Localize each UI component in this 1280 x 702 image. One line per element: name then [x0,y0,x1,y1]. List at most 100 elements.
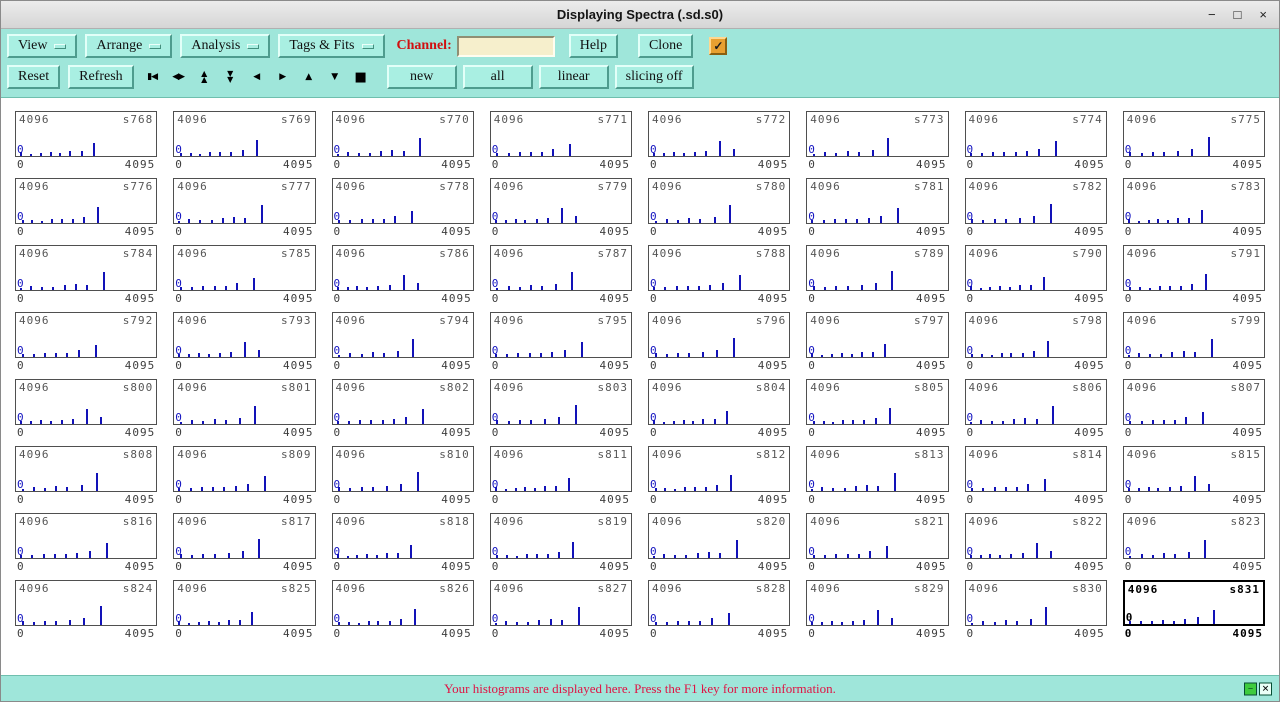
spectrum-pane[interactable]: 4096 s784 0 [15,245,157,291]
clone-button[interactable]: Clone [638,34,693,58]
spectrum-pane[interactable]: 4096 s790 0 [965,245,1107,291]
spectrum-pane[interactable]: 4096 s789 0 [806,245,948,291]
spectrum-pane[interactable]: 4096 s801 0 [173,379,315,425]
linear-button[interactable]: linear [539,65,609,89]
spectrum-panel[interactable]: 4096 s824 0 0 4095 [15,580,157,639]
spectrum-pane[interactable]: 4096 s805 0 [806,379,948,425]
status-close-icon[interactable]: ✕ [1259,682,1272,695]
spectrum-pane[interactable]: 4096 s793 0 [173,312,315,358]
spectrum-panel[interactable]: 4096 s781 0 0 4095 [806,178,948,237]
spectrum-pane[interactable]: 4096 s780 0 [648,178,790,224]
spectrum-panel[interactable]: 4096 s807 0 0 4095 [1123,379,1265,438]
spectrum-pane[interactable]: 4096 s785 0 [173,245,315,291]
spectrum-panel[interactable]: 4096 s802 0 0 4095 [332,379,474,438]
nav-page-up-button[interactable]: ▲▲ [194,67,215,88]
spectrum-panel[interactable]: 4096 s801 0 0 4095 [173,379,315,438]
spectrum-pane[interactable]: 4096 s802 0 [332,379,474,425]
spectrum-pane[interactable]: 4096 s809 0 [173,446,315,492]
spectrum-panel[interactable]: 4096 s783 0 0 4095 [1123,178,1265,237]
toolbar-checkbox[interactable]: ✓ [709,37,727,55]
spectrum-pane[interactable]: 4096 s822 0 [965,513,1107,559]
spectrum-pane[interactable]: 4096 s775 0 [1123,111,1265,157]
spectrum-pane[interactable]: 4096 s781 0 [806,178,948,224]
nav-down-button[interactable]: ▼ [324,67,345,88]
spectrum-pane[interactable]: 4096 s779 0 [490,178,632,224]
menu-view-button[interactable]: View [7,34,77,58]
spectrum-panel[interactable]: 4096 s770 0 0 4095 [332,111,474,170]
spectrum-panel[interactable]: 4096 s776 0 0 4095 [15,178,157,237]
spectrum-pane[interactable]: 4096 s812 0 [648,446,790,492]
spectrum-panel[interactable]: 4096 s788 0 0 4095 [648,245,790,304]
spectrum-panel[interactable]: 4096 s830 0 0 4095 [965,580,1107,639]
spectrum-panel[interactable]: 4096 s778 0 0 4095 [332,178,474,237]
spectrum-pane[interactable]: 4096 s798 0 [965,312,1107,358]
spectrum-pane[interactable]: 4096 s794 0 [332,312,474,358]
spectrum-pane[interactable]: 4096 s777 0 [173,178,315,224]
help-button[interactable]: Help [569,34,618,58]
spectrum-panel[interactable]: 4096 s768 0 0 4095 [15,111,157,170]
spectrum-panel[interactable]: 4096 s805 0 0 4095 [806,379,948,438]
spectrum-panel[interactable]: 4096 s817 0 0 4095 [173,513,315,572]
spectrum-pane[interactable]: 4096 s829 0 [806,580,948,626]
slicing-off-button[interactable]: slicing off [615,65,694,89]
menu-tags-fits-button[interactable]: Tags & Fits [278,34,384,58]
spectrum-panel[interactable]: 4096 s803 0 0 4095 [490,379,632,438]
spectrum-panel[interactable]: 4096 s821 0 0 4095 [806,513,948,572]
spectrum-panel[interactable]: 4096 s800 0 0 4095 [15,379,157,438]
spectrum-pane[interactable]: 4096 s819 0 [490,513,632,559]
spectrum-panel[interactable]: 4096 s816 0 0 4095 [15,513,157,572]
spectrum-panel[interactable]: 4096 s785 0 0 4095 [173,245,315,304]
nav-stop-button[interactable]: ■ [350,67,371,88]
new-button[interactable]: new [387,65,457,89]
spectrum-pane[interactable]: 4096 s817 0 [173,513,315,559]
spectrum-panel[interactable]: 4096 s782 0 0 4095 [965,178,1107,237]
all-button[interactable]: all [463,65,533,89]
spectrum-pane[interactable]: 4096 s806 0 [965,379,1107,425]
spectrum-panel[interactable]: 4096 s825 0 0 4095 [173,580,315,639]
spectrum-pane[interactable]: 4096 s772 0 [648,111,790,157]
spectrum-pane[interactable]: 4096 s810 0 [332,446,474,492]
spectrum-panel[interactable]: 4096 s786 0 0 4095 [332,245,474,304]
spectrum-panel[interactable]: 4096 s811 0 0 4095 [490,446,632,505]
nav-up-button[interactable]: ▲ [298,67,319,88]
spectrum-pane[interactable]: 4096 s782 0 [965,178,1107,224]
spectrum-pane[interactable]: 4096 s826 0 [332,580,474,626]
menu-analysis-button[interactable]: Analysis [180,34,270,58]
spectrum-pane[interactable]: 4096 s808 0 [15,446,157,492]
maximize-icon[interactable]: □ [1234,8,1242,21]
spectrum-pane[interactable]: 4096 s815 0 [1123,446,1265,492]
spectrum-panel[interactable]: 4096 s826 0 0 4095 [332,580,474,639]
spectrum-panel[interactable]: 4096 s818 0 0 4095 [332,513,474,572]
spectrum-pane[interactable]: 4096 s795 0 [490,312,632,358]
spectrum-pane[interactable]: 4096 s773 0 [806,111,948,157]
spectrum-pane[interactable]: 4096 s788 0 [648,245,790,291]
spectrum-panel[interactable]: 4096 s794 0 0 4095 [332,312,474,371]
spectrum-pane[interactable]: 4096 s778 0 [332,178,474,224]
spectrum-panel[interactable]: 4096 s796 0 0 4095 [648,312,790,371]
refresh-button[interactable]: Refresh [68,65,134,89]
channel-input[interactable] [457,36,555,57]
spectrum-panel[interactable]: 4096 s806 0 0 4095 [965,379,1107,438]
spectrum-pane[interactable]: 4096 s807 0 [1123,379,1265,425]
spectrum-panel[interactable]: 4096 s775 0 0 4095 [1123,111,1265,170]
spectrum-panel[interactable]: 4096 s769 0 0 4095 [173,111,315,170]
spectrum-pane[interactable]: 4096 s783 0 [1123,178,1265,224]
spectrum-pane[interactable]: 4096 s804 0 [648,379,790,425]
nav-first-button[interactable]: ▮◀ [142,67,163,88]
spectrum-panel[interactable]: 4096 s773 0 0 4095 [806,111,948,170]
spectrum-pane[interactable]: 4096 s792 0 [15,312,157,358]
spectrum-pane[interactable]: 4096 s823 0 [1123,513,1265,559]
spectrum-panel[interactable]: 4096 s810 0 0 4095 [332,446,474,505]
nav-expand-button[interactable]: ◀▶ [168,67,189,88]
spectrum-pane[interactable]: 4096 s787 0 [490,245,632,291]
spectrum-panel[interactable]: 4096 s822 0 0 4095 [965,513,1107,572]
spectrum-panel[interactable]: 4096 s798 0 0 4095 [965,312,1107,371]
spectrum-pane[interactable]: 4096 s831 0 [1123,580,1265,626]
spectrum-pane[interactable]: 4096 s799 0 [1123,312,1265,358]
spectrum-panel[interactable]: 4096 s792 0 0 4095 [15,312,157,371]
spectrum-pane[interactable]: 4096 s821 0 [806,513,948,559]
spectrum-panel[interactable]: 4096 s812 0 0 4095 [648,446,790,505]
spectrum-panel[interactable]: 4096 s787 0 0 4095 [490,245,632,304]
spectrum-panel[interactable]: 4096 s828 0 0 4095 [648,580,790,639]
spectrum-pane[interactable]: 4096 s800 0 [15,379,157,425]
